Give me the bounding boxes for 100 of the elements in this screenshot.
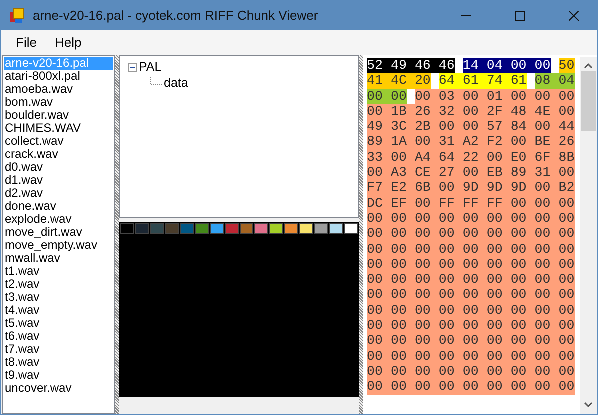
hex-byte: 3C — [390, 119, 415, 134]
hex-byte: 00 — [367, 379, 391, 395]
hex-byte: 61 — [510, 73, 527, 89]
hex-byte: 44 — [558, 119, 575, 134]
file-list-item[interactable]: t1.wav — [4, 265, 113, 278]
file-list-item[interactable]: mwall.wav — [4, 252, 113, 265]
hex-byte: 00 — [534, 348, 559, 364]
hex-byte: 00 — [558, 226, 575, 242]
hex-byte: 00 — [438, 348, 463, 364]
file-list-item[interactable]: t5.wav — [4, 317, 113, 330]
file-list-item[interactable]: d0.wav — [4, 161, 113, 174]
hex-byte: 00 — [534, 226, 559, 242]
hex-byte: 26 — [558, 134, 575, 150]
hex-byte: 00 — [534, 180, 559, 196]
hex-byte: 4C — [390, 73, 415, 89]
hex-byte: B2 — [558, 180, 575, 196]
file-list-item[interactable]: d2.wav — [4, 187, 113, 200]
hex-byte: 00 — [462, 379, 487, 395]
file-list-item[interactable]: t8.wav — [4, 356, 113, 369]
menu-item[interactable]: File — [7, 32, 46, 53]
hex-byte: 00 — [414, 333, 439, 349]
hex-byte: 00 — [510, 88, 535, 104]
hex-byte: 00 — [414, 318, 439, 334]
hex-byte: 00 — [510, 333, 535, 349]
file-list-item[interactable]: move_dirt.wav — [4, 226, 113, 239]
file-list-item[interactable]: t4.wav — [4, 304, 113, 317]
scroll-thumb[interactable] — [581, 71, 596, 131]
tree-node-label[interactable]: data — [164, 76, 188, 90]
file-list-item[interactable]: amoeba.wav — [4, 83, 113, 96]
scrollbar[interactable] — [580, 57, 597, 414]
hex-byte: 00 — [462, 242, 487, 257]
hex-byte: 9D — [462, 180, 487, 196]
hex-byte: 00 — [462, 348, 487, 364]
hex-byte: 31 — [438, 134, 463, 150]
hex-byte: 00 — [367, 88, 391, 104]
hex-byte: 00 — [510, 379, 535, 395]
file-list-item[interactable]: t7.wav — [4, 343, 113, 356]
hex-byte: 00 — [486, 287, 511, 303]
hex-byte: 00 — [414, 348, 439, 364]
hex-byte: 00 — [367, 333, 391, 349]
hex-byte: 9D — [486, 180, 511, 196]
hex-byte: 1A — [390, 134, 415, 150]
hex-byte: 00 — [438, 180, 463, 196]
hex-byte: 27 — [438, 165, 463, 180]
hex-byte: A3 — [390, 165, 415, 180]
hex-byte: 00 — [510, 242, 535, 257]
hex-byte: F7 — [367, 180, 391, 196]
hex-byte: 00 — [438, 119, 463, 134]
collapse-icon[interactable] — [128, 62, 137, 72]
hex-byte: 03 — [438, 88, 463, 104]
file-list-item[interactable]: t6.wav — [4, 330, 113, 343]
hex-byte: 00 — [414, 287, 439, 303]
hex-byte: BE — [534, 134, 559, 150]
tree-node-label[interactable]: PAL — [139, 60, 162, 74]
file-list-item[interactable]: crack.wav — [4, 148, 113, 161]
scroll-up-icon[interactable] — [584, 63, 593, 69]
menu-item[interactable]: Help — [46, 32, 91, 53]
hex-byte: 00 — [510, 272, 535, 288]
file-list-item[interactable]: uncover.wav — [4, 382, 113, 395]
hex-byte: 00 — [486, 226, 511, 242]
hex-byte: 00 — [462, 88, 487, 104]
hex-byte: 00 — [486, 318, 511, 334]
hex-byte: 50 — [558, 58, 575, 74]
file-list-item[interactable]: done.wav — [4, 200, 113, 213]
file-list-item[interactable]: explode.wav — [4, 213, 113, 226]
hex-byte: 00 — [558, 379, 575, 395]
hex-byte: 00 — [414, 379, 439, 395]
file-list-item[interactable]: t2.wav — [4, 278, 113, 291]
file-list-item[interactable]: CHIMES.WAV — [4, 122, 113, 135]
hex-byte: 08 — [534, 73, 559, 89]
file-list-item[interactable]: t3.wav — [4, 291, 113, 304]
hex-byte: 00 — [367, 348, 391, 364]
hex-byte: 00 — [414, 226, 439, 242]
file-list-item[interactable]: bom.wav — [4, 96, 113, 109]
hex-byte: 00 — [367, 287, 391, 303]
hex-byte: 00 — [414, 196, 439, 211]
hex-byte: 41 — [367, 73, 391, 89]
hex-byte: 9D — [510, 180, 535, 196]
hex-byte: 00 — [534, 287, 559, 303]
hex-byte: 64 — [438, 73, 463, 89]
hex-byte: 46 — [438, 58, 455, 74]
hex-byte: 00 — [438, 226, 463, 242]
hex-byte: 00 — [486, 242, 511, 257]
hex-byte: 57 — [486, 119, 511, 134]
hex-byte: 00 — [390, 333, 415, 349]
file-list-item[interactable]: atari-800xl.pal — [4, 70, 113, 83]
hex-byte: 31 — [534, 165, 559, 180]
hex-byte: 00 — [534, 333, 559, 349]
file-list-item[interactable]: collect.wav — [4, 135, 113, 148]
file-list-item[interactable]: move_empty.wav — [4, 239, 113, 252]
hex-byte: 00 — [367, 302, 391, 318]
hex-byte: 04 — [486, 58, 511, 74]
file-list-item[interactable]: boulder.wav — [4, 109, 113, 122]
scroll-down-icon[interactable] — [584, 402, 593, 408]
hex-byte: 00 — [367, 256, 391, 272]
hex-byte: 00 — [438, 287, 463, 303]
hex-byte: 00 — [462, 318, 487, 334]
file-list-item[interactable]: t9.wav — [4, 369, 113, 382]
file-list-item[interactable]: d1.wav — [4, 174, 113, 187]
hex-byte: F2 — [486, 134, 511, 150]
